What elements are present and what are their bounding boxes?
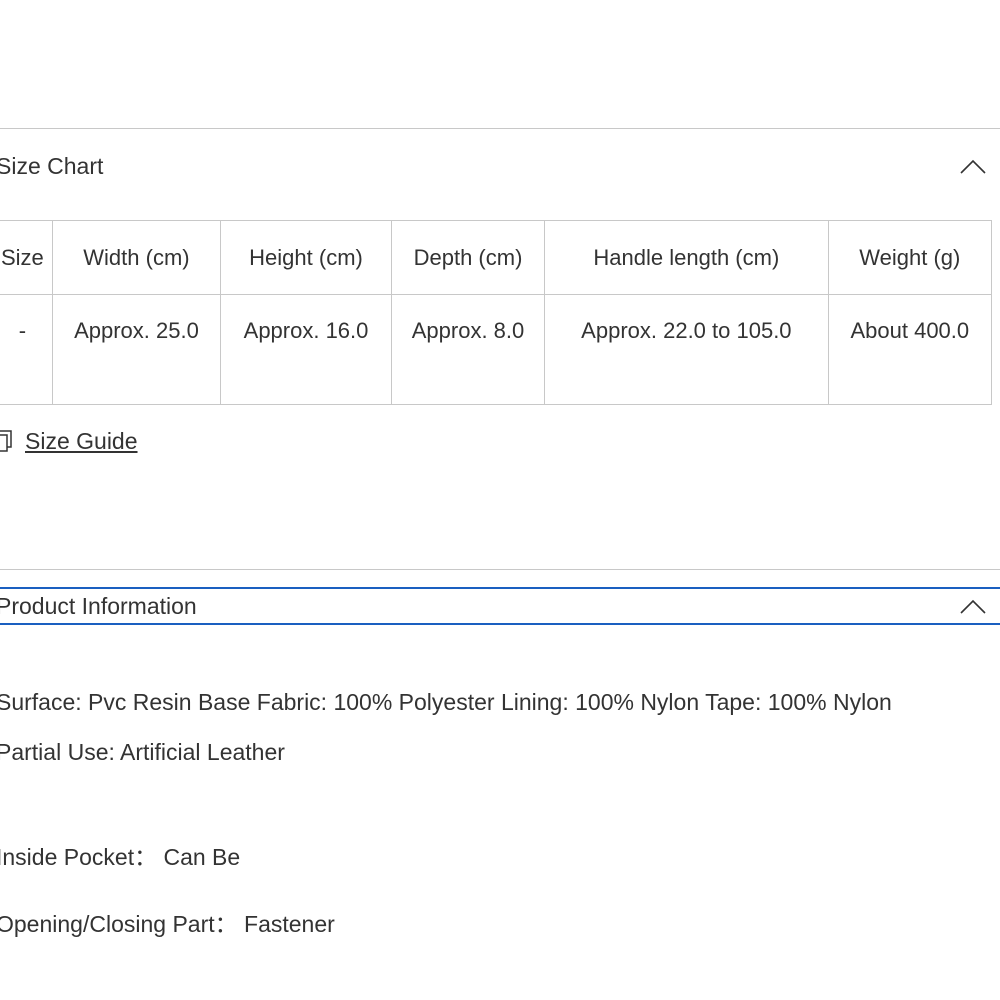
product-information-header[interactable]: Product Information: [0, 587, 1000, 625]
chevron-up-icon[interactable]: [960, 598, 986, 614]
product-info-material: Surface: Pvc Resin Base Fabric: 100% Pol…: [0, 689, 892, 715]
column-header-handle-length: Handle length (cm): [544, 220, 829, 295]
size-chart-title: Size Chart: [0, 152, 104, 179]
chevron-up-icon[interactable]: [960, 158, 986, 174]
size-chart-table: Size Width (cm) Height (cm) Depth (cm) H…: [0, 220, 993, 405]
divider: [0, 569, 1000, 570]
table-row: - Approx. 25.0 Approx. 16.0 Approx. 8.0 …: [0, 294, 993, 405]
column-header-weight: Weight (g): [827, 220, 993, 295]
column-header-size: Size: [0, 220, 53, 295]
column-header-depth: Depth (cm): [390, 220, 546, 295]
product-info-inside-pocket: Inside Pocket： Can Be: [0, 844, 241, 870]
column-header-width: Width (cm): [51, 220, 222, 295]
column-header-height: Height (cm): [220, 220, 392, 295]
cell-depth: Approx. 8.0: [390, 294, 546, 405]
cell-size: -: [0, 294, 53, 405]
document-icon: [0, 429, 12, 452]
size-guide-label: Size Guide: [25, 428, 138, 454]
product-information-title: Product Information: [0, 592, 197, 619]
product-info-opening-closing: Opening/Closing Part： Fastener: [0, 911, 335, 937]
divider: [0, 128, 1000, 129]
size-chart-header[interactable]: Size Chart: [0, 146, 1000, 186]
product-info-partial-use: Partial Use: Artificial Leather: [0, 739, 285, 765]
product-detail-page: Size Chart Size Width (cm) Height (cm) D…: [0, 0, 1000, 1000]
size-guide-link[interactable]: Size Guide: [0, 428, 138, 455]
cell-width: Approx. 25.0: [51, 294, 222, 405]
cell-handle-length: Approx. 22.0 to 105.0: [544, 294, 829, 405]
table-header-row: Size Width (cm) Height (cm) Depth (cm) H…: [0, 220, 993, 295]
cell-height: Approx. 16.0: [220, 294, 392, 405]
cell-weight: About 400.0: [827, 294, 993, 405]
